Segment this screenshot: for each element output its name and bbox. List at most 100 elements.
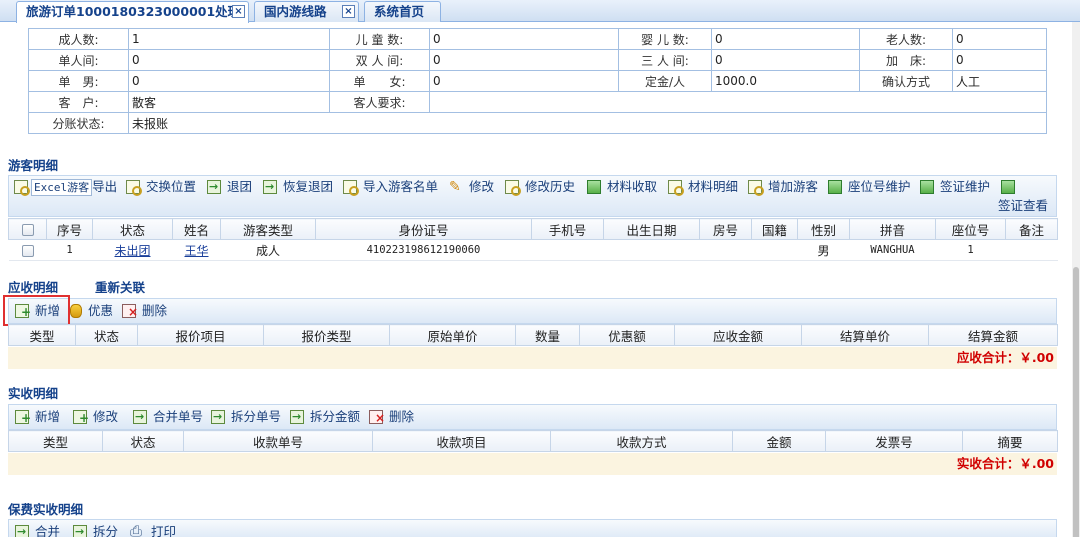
- add-tourist-button[interactable]: 增加游客: [748, 177, 818, 197]
- split-amount-icon: [290, 407, 304, 427]
- tab-order-processing[interactable]: 旅游订单1000180323000001处理 ×: [16, 1, 249, 23]
- button-label: 退团: [227, 179, 253, 194]
- column-header[interactable]: 原始单价: [389, 324, 516, 346]
- import-tourists-button[interactable]: 导入游客名单: [343, 177, 438, 197]
- info-value: 0: [128, 49, 330, 71]
- checkbox[interactable]: [21, 224, 34, 236]
- scrollbar-thumb[interactable]: [1073, 267, 1079, 537]
- column-header[interactable]: 类型: [8, 324, 76, 346]
- merge-insurance-button[interactable]: 合并: [15, 522, 60, 537]
- received-grid: 类型 状态 收款单号 收款项目 收款方式 金额 发票号 摘要: [8, 430, 1058, 452]
- edit-tourist-button[interactable]: 修改: [449, 177, 494, 197]
- swap-position-button[interactable]: 交换位置: [126, 177, 196, 197]
- column-header[interactable]: 收款项目: [372, 430, 551, 452]
- column-header[interactable]: 序号: [46, 218, 93, 240]
- info-value: 0: [711, 28, 860, 50]
- column-header[interactable]: 状态: [92, 218, 173, 240]
- split-number-button[interactable]: 拆分单号: [211, 407, 281, 427]
- received-toolbar: 新增 修改 合并单号 拆分单号 拆分金额 删除: [8, 404, 1057, 430]
- status-link[interactable]: 未出团: [114, 244, 150, 258]
- close-icon[interactable]: ×: [232, 5, 245, 18]
- name-link[interactable]: 王华: [184, 244, 208, 258]
- info-label: 三 人 间:: [618, 49, 712, 71]
- relink-button[interactable]: 重新关联: [95, 277, 145, 296]
- column-header[interactable]: 收款单号: [183, 430, 373, 452]
- quit-tour-button[interactable]: 退团: [207, 177, 252, 197]
- discount-button[interactable]: 优惠: [70, 301, 113, 321]
- split-insurance-button[interactable]: 拆分: [73, 522, 118, 537]
- column-header[interactable]: 座位号: [935, 218, 1006, 240]
- column-header[interactable]: 房号: [699, 218, 752, 240]
- column-header[interactable]: 金额: [732, 430, 826, 452]
- column-header[interactable]: 结算金额: [928, 324, 1058, 346]
- tab-label: 国内游线路: [264, 4, 327, 19]
- visa-icon: [920, 180, 934, 194]
- vertical-scrollbar[interactable]: [1072, 22, 1080, 537]
- column-header[interactable]: 拼音: [849, 218, 936, 240]
- column-header[interactable]: 性别: [797, 218, 850, 240]
- column-header[interactable]: 摘要: [962, 430, 1058, 452]
- button-label: 恢复退团: [283, 179, 334, 194]
- export-label: 导出: [92, 179, 118, 194]
- tab-domestic-routes[interactable]: 国内游线路 ×: [254, 1, 359, 22]
- close-icon[interactable]: ×: [342, 5, 355, 18]
- edit-history-button[interactable]: 修改历史: [505, 177, 575, 197]
- column-header[interactable]: 报价类型: [263, 324, 390, 346]
- column-header[interactable]: 身份证号: [315, 218, 532, 240]
- column-header[interactable]: 应收金额: [674, 324, 802, 346]
- button-label: 拆分单号: [231, 409, 282, 424]
- column-header[interactable]: 出生日期: [603, 218, 700, 240]
- tab-home[interactable]: 系统首页: [364, 1, 441, 22]
- column-header[interactable]: 数量: [515, 324, 580, 346]
- add-received-button[interactable]: 新增: [15, 407, 60, 428]
- column-header[interactable]: 状态: [102, 430, 184, 452]
- column-header[interactable]: 类型: [8, 430, 103, 452]
- restore-tour-button[interactable]: 恢复退团: [263, 177, 333, 197]
- column-header[interactable]: 报价项目: [137, 324, 264, 346]
- column-header[interactable]: 状态: [75, 324, 138, 346]
- printer-icon: [130, 521, 145, 537]
- cell-no: 1: [46, 239, 93, 261]
- column-header[interactable]: 手机号: [531, 218, 604, 240]
- column-header[interactable]: 备注: [1005, 218, 1058, 240]
- info-label: 儿 童 数:: [329, 28, 430, 50]
- column-header[interactable]: 国籍: [751, 218, 798, 240]
- split-amount-button[interactable]: 拆分金额: [290, 407, 360, 427]
- merge-number-button[interactable]: 合并单号: [133, 407, 203, 427]
- insurance-toolbar: 合并 拆分 打印: [8, 519, 1057, 537]
- column-header[interactable]: 游客类型: [220, 218, 316, 240]
- select-all-checkbox[interactable]: [8, 218, 47, 240]
- column-header[interactable]: 优惠额: [579, 324, 675, 346]
- tourist-section-title: 游客明细: [8, 158, 59, 173]
- checkbox[interactable]: [21, 244, 34, 257]
- material-collect-button[interactable]: 材料收取: [587, 177, 657, 197]
- row-checkbox-cell[interactable]: [8, 239, 47, 261]
- info-label: 成人数:: [28, 28, 129, 50]
- order-info-table: 成人数: 1 儿 童 数: 0 婴 儿 数: 0 老人数: 0 单人间: 0 双…: [28, 28, 1047, 134]
- seat-maintain-button[interactable]: 座位号维护: [828, 177, 911, 197]
- visa-maintain-button[interactable]: 签证维护: [920, 177, 990, 197]
- print-button[interactable]: 打印: [130, 521, 176, 537]
- column-header[interactable]: 结算单价: [801, 324, 929, 346]
- cell-birth: [603, 239, 700, 261]
- export-excel-button[interactable]: Excel游客 导出: [14, 177, 117, 197]
- delete-received-button[interactable]: 删除: [369, 407, 414, 428]
- info-value: 1000.0: [711, 70, 860, 92]
- info-label: 客 户:: [28, 91, 129, 113]
- column-header[interactable]: 姓名: [172, 218, 221, 240]
- info-value: 0: [952, 28, 1047, 50]
- table-row[interactable]: 1 未出团 王华 成人 410223198612190060 男 WANGHUA…: [8, 239, 1058, 261]
- column-header[interactable]: 发票号: [825, 430, 963, 452]
- material-detail-button[interactable]: 材料明细: [668, 177, 738, 197]
- info-label: 确认方式: [859, 70, 953, 92]
- restore-icon: [263, 177, 277, 197]
- info-value: [429, 91, 1047, 113]
- visa-view-icon-button[interactable]: [1001, 177, 1021, 197]
- info-label: 单人间:: [28, 49, 129, 71]
- delete-receivable-button[interactable]: 删除: [122, 301, 167, 322]
- edit-received-button[interactable]: 修改: [73, 407, 118, 428]
- visa-view-button[interactable]: 签证查看: [998, 196, 1048, 216]
- cell-id: 410223198612190060: [315, 239, 532, 261]
- tab-label: 系统首页: [374, 4, 425, 19]
- column-header[interactable]: 收款方式: [550, 430, 733, 452]
